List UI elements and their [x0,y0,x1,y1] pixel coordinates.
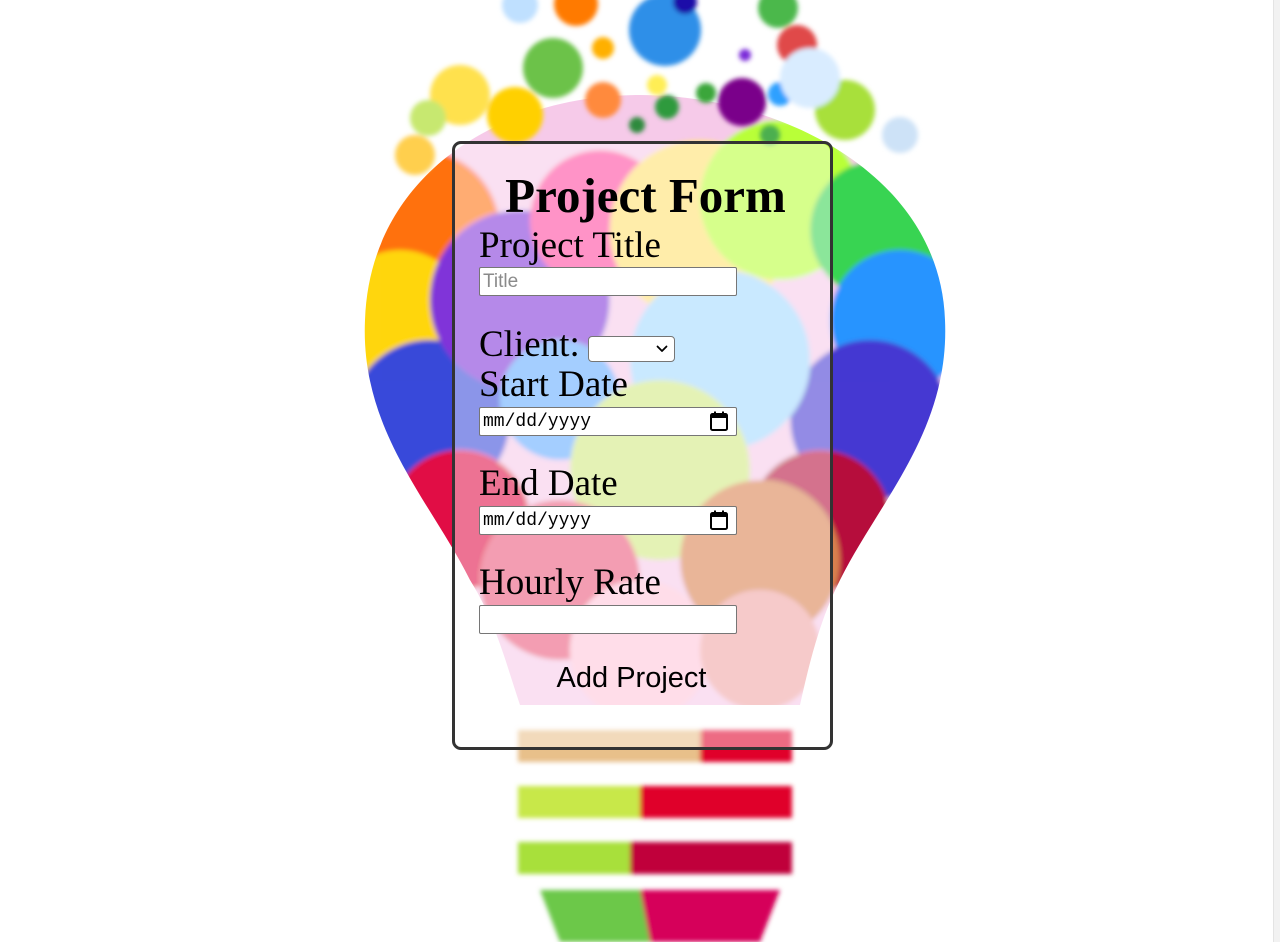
add-project-button[interactable]: Add Project [455,656,808,700]
start-date-value: mm/dd/yyyy [483,412,592,432]
end-date-input[interactable]: mm/dd/yyyy [479,506,737,535]
client-label: Client: [479,324,580,365]
project-title-label: Project Title [479,225,661,266]
project-title-input[interactable] [479,267,737,296]
project-form: Project Form Project Title Client: Start… [452,141,833,750]
scrollbar-track[interactable] [1273,0,1280,942]
page: Project Form Project Title Client: Start… [0,0,1280,942]
start-date-label: Start Date [479,364,628,405]
hourly-rate-input[interactable] [479,605,737,634]
client-select[interactable] [588,336,675,362]
end-date-label: End Date [479,463,618,504]
chevron-down-icon [656,345,668,352]
form-title: Project Form [505,168,786,223]
calendar-icon[interactable] [709,510,729,531]
hourly-rate-label: Hourly Rate [479,562,661,603]
end-date-value: mm/dd/yyyy [483,511,592,531]
calendar-icon[interactable] [709,411,729,432]
start-date-input[interactable]: mm/dd/yyyy [479,407,737,436]
